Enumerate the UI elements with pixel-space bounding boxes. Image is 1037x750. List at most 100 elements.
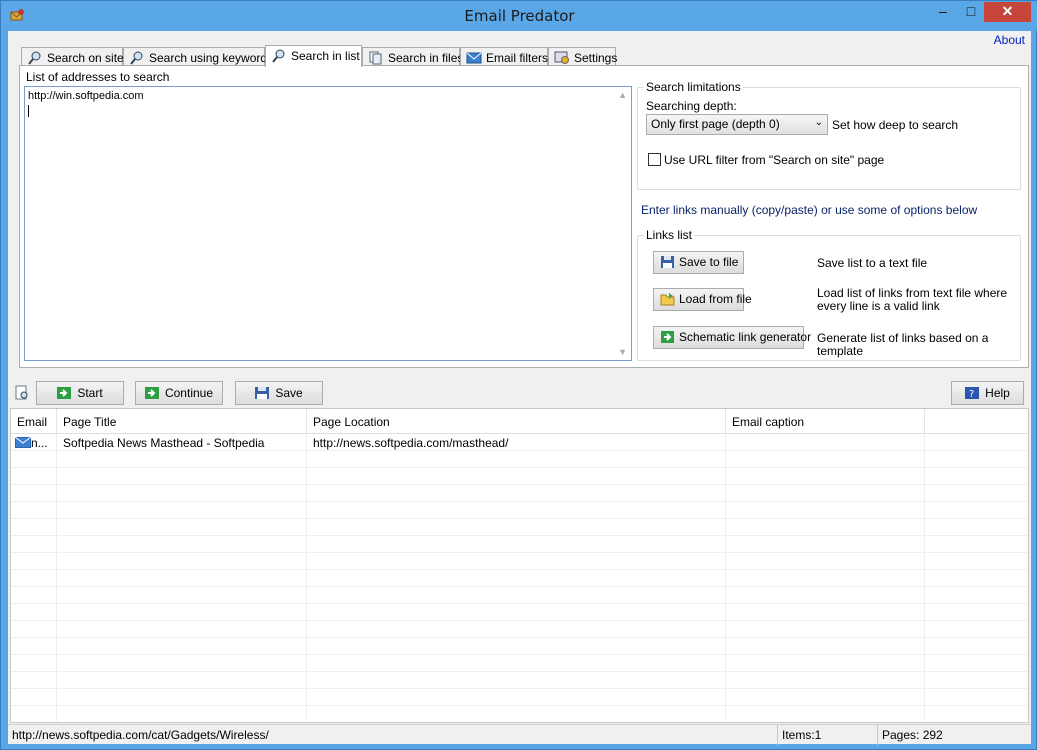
empty-cell [307, 485, 726, 502]
links-list-legend: Links list [644, 228, 695, 242]
maximize-button[interactable]: □ [957, 2, 985, 22]
address-list-textarea[interactable]: http://win.softpedia.com ▲ ▼ [24, 86, 632, 361]
empty-cell [726, 536, 925, 553]
empty-cell [57, 689, 307, 706]
tab-search-on-site[interactable]: Search on site [21, 47, 124, 67]
empty-cell [726, 638, 925, 655]
window-title: Email Predator [464, 7, 575, 25]
empty-cell [726, 485, 925, 502]
empty-row [11, 553, 1028, 570]
start-button[interactable]: Start [36, 381, 124, 405]
close-button[interactable]: ✕ [984, 2, 1031, 22]
empty-cell [57, 587, 307, 604]
client-area: About Search on site Search using keywor… [8, 31, 1031, 745]
empty-row [11, 468, 1028, 485]
title-bar[interactable]: Email Predator – □ ✕ [1, 1, 1037, 31]
empty-cell [726, 672, 925, 689]
empty-cell [307, 604, 726, 621]
floppy-icon [255, 387, 270, 399]
help-button[interactable]: ? Help [951, 381, 1024, 405]
envelope-icon [14, 436, 32, 449]
load-from-file-button[interactable]: Load from file [653, 288, 752, 311]
tab-label: Search in files [388, 51, 464, 65]
table-row[interactable]: n... Softpedia News Masthead - Softpedia… [11, 434, 1028, 451]
empty-cell [11, 451, 57, 468]
continue-label: Continue [164, 386, 214, 400]
tab-label: Email filters [486, 51, 549, 65]
results-table[interactable]: Email Page Title Page Location Email cap… [10, 408, 1029, 723]
about-link[interactable]: About [994, 33, 1025, 47]
save-desc: Save list to a text file [817, 256, 928, 270]
empty-cell [726, 706, 925, 722]
empty-cell [57, 468, 307, 485]
empty-cell [726, 553, 925, 570]
empty-cell [307, 519, 726, 536]
empty-row [11, 706, 1028, 722]
search-limitations-legend: Search limitations [644, 80, 743, 94]
caption-cell [726, 434, 925, 451]
svg-text:?: ? [969, 389, 974, 399]
settings-icon [554, 51, 569, 64]
url-filter-checkbox[interactable] [648, 153, 661, 166]
search-limitations-group: Search limitations Searching depth: Only… [637, 80, 1021, 190]
empty-cell [57, 519, 307, 536]
empty-cell [307, 468, 726, 485]
start-label: Start [77, 386, 103, 400]
column-header-email-caption[interactable]: Email caption [726, 409, 925, 434]
tab-settings[interactable]: Settings [548, 47, 617, 67]
empty-cell [726, 587, 925, 604]
empty-cell [726, 468, 925, 485]
empty-cell [11, 706, 57, 722]
address-text: http://win.softpedia.com [28, 90, 144, 102]
empty-cell [307, 570, 726, 587]
scroll-down-icon[interactable]: ▼ [618, 347, 627, 357]
search-page-icon [15, 385, 28, 400]
arrow-right-icon [57, 387, 72, 399]
empty-row [11, 689, 1028, 706]
empty-cell [307, 502, 726, 519]
empty-cell [726, 502, 925, 519]
save-to-file-button[interactable]: Save to file [653, 251, 744, 274]
column-header-page-title[interactable]: Page Title [57, 409, 307, 434]
scroll-up-icon[interactable]: ▲ [618, 90, 627, 100]
text-caret [28, 105, 29, 117]
tab-search-in-files[interactable]: Search in files [362, 47, 464, 67]
empty-cell [11, 519, 57, 536]
schematic-link-generator-button[interactable]: Schematic link generator [653, 326, 811, 349]
load-from-file-label: Load from file [679, 292, 752, 306]
tab-email-filters[interactable]: Email filters [460, 47, 548, 67]
empty-cell [11, 604, 57, 621]
empty-row [11, 451, 1028, 468]
status-items: Items:1 [778, 725, 878, 745]
arrow-right-icon [144, 387, 159, 399]
column-header-email[interactable]: Email [11, 409, 57, 434]
column-header-page-location[interactable]: Page Location [307, 409, 726, 434]
empty-cell [11, 638, 57, 655]
depth-value: Only first page (depth 0) [651, 117, 780, 131]
folder-icon [660, 293, 675, 306]
status-url: http://news.softpedia.com/cat/Gadgets/Wi… [8, 725, 778, 745]
empty-cell [726, 689, 925, 706]
empty-row [11, 638, 1028, 655]
depth-label: Searching depth: [646, 99, 737, 113]
url-filter-label: Use URL filter from "Search on site" pag… [664, 153, 885, 167]
save-button[interactable]: Save [235, 381, 323, 405]
tab-search-in-list[interactable]: Search in list [265, 45, 362, 67]
empty-cell [11, 485, 57, 502]
continue-button[interactable]: Continue [135, 381, 223, 405]
empty-row [11, 485, 1028, 502]
empty-cell [11, 570, 57, 587]
empty-cell [11, 655, 57, 672]
empty-cell [57, 604, 307, 621]
empty-cell [57, 451, 307, 468]
floppy-icon [661, 256, 674, 268]
minimize-button[interactable]: – [929, 2, 957, 22]
empty-row [11, 604, 1028, 621]
empty-cell [57, 706, 307, 722]
help-label: Help [985, 386, 1010, 400]
empty-cell [726, 451, 925, 468]
app-window: Email Predator – □ ✕ About Search on sit… [0, 0, 1037, 750]
schematic-label: Schematic link generator [679, 330, 812, 344]
tab-search-using-keywords[interactable]: Search using keywords [123, 47, 273, 67]
depth-select[interactable]: Only first page (depth 0) ⌄ [646, 114, 828, 135]
